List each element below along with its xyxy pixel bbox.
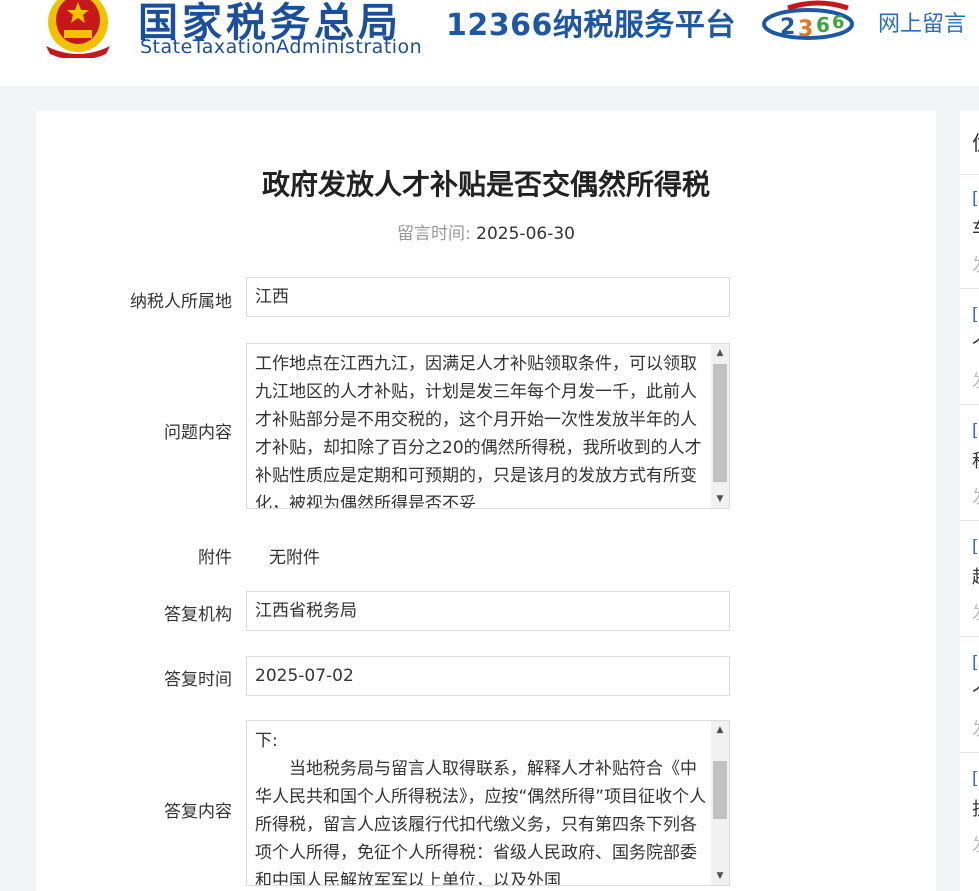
reply-content-paragraph: 当地税务局与留言人取得联系，解释人才补贴符合《中华人民共和国个人所得税法》，应按… — [255, 759, 707, 886]
svg-text:2: 2 — [780, 15, 795, 40]
divider — [960, 636, 979, 637]
sidebar-item-date: 发 — [972, 831, 979, 857]
reply-org-field: 江西省税务局 — [246, 591, 730, 631]
national-emblem-icon — [46, 0, 110, 58]
scroll-up-arrow-icon[interactable]: ▲ — [711, 344, 729, 362]
question-content-text: 工作地点在江西九江，因满足人才补贴领取条件，可以领取九江地区的人才补贴，计划是发… — [255, 354, 702, 509]
taxpayer-location-label: 纳税人所属地 — [130, 292, 232, 312]
svg-text:6: 6 — [832, 12, 845, 33]
sidebar-item-date: 发 — [972, 715, 979, 741]
sidebar-item-tag[interactable]: [ — [972, 305, 979, 325]
related-messages-sidebar: 优 [ 车 发 [ 个 发 [ 税 发 [ 超 发 [ 个 发 [ 护 发 — [960, 111, 979, 891]
sidebar-item-title[interactable]: 个 — [972, 679, 979, 705]
sidebar-item-tag[interactable]: [ — [972, 537, 979, 557]
reply-content-label: 答复内容 — [164, 802, 232, 822]
reply-content-textarea[interactable]: 下: 当地税务局与留言人取得联系，解释人才补贴符合《中华人民共和国个人所得税法》… — [246, 720, 730, 886]
divider — [960, 752, 979, 753]
post-time-value: 2025-06-30 — [476, 224, 575, 244]
sidebar-heading: 优 — [972, 127, 979, 156]
sidebar-item-tag[interactable]: [ — [972, 421, 979, 441]
message-detail-card: 政府发放人才补贴是否交偶然所得税 留言时间: 2025-06-30 纳税人所属地… — [36, 111, 936, 891]
sidebar-item-date: 发 — [972, 483, 979, 509]
page-title: 政府发放人才补贴是否交偶然所得税 — [261, 168, 710, 201]
sidebar-item-tag[interactable]: [ — [972, 189, 979, 209]
scroll-up-arrow-icon[interactable]: ▲ — [711, 721, 729, 739]
sidebar-item-date: 发 — [972, 367, 979, 393]
sidebar-item-title[interactable]: 个 — [972, 331, 979, 357]
sidebar-item-date: 发 — [972, 251, 979, 277]
taxpayer-location-field: 江西 — [246, 277, 730, 317]
reply-content-scrollbar[interactable]: ▲ ▼ — [711, 721, 729, 885]
scrollbar-thumb[interactable] — [713, 761, 727, 819]
12366-logo-icon: 2 3 6 6 — [762, 0, 854, 42]
reply-time-label: 答复时间 — [164, 670, 232, 690]
sidebar-item-title[interactable]: 护 — [972, 795, 979, 821]
divider — [960, 174, 979, 175]
question-content-label: 问题内容 — [164, 423, 232, 443]
reply-org-label: 答复机构 — [164, 605, 232, 625]
scroll-down-arrow-icon[interactable]: ▼ — [711, 867, 729, 885]
reply-time-field: 2025-07-02 — [246, 656, 730, 696]
sidebar-item-date: 发 — [972, 599, 979, 625]
scrollbar-thumb[interactable] — [713, 364, 727, 482]
attachment-value: 无附件 — [269, 548, 320, 568]
divider — [960, 404, 979, 405]
sidebar-item-title[interactable]: 车 — [972, 215, 979, 241]
svg-text:3: 3 — [798, 17, 813, 42]
platform-name[interactable]: 12366纳税服务平台 — [446, 0, 736, 44]
divider — [960, 288, 979, 289]
question-content-scrollbar[interactable]: ▲ ▼ — [711, 344, 729, 508]
post-time: 留言时间: 2025-06-30 — [36, 219, 936, 244]
sidebar-item-title[interactable]: 超 — [972, 563, 979, 589]
svg-text:6: 6 — [816, 13, 830, 37]
question-content-textarea[interactable]: 工作地点在江西九江，因满足人才补贴领取条件，可以领取九江地区的人才补贴，计划是发… — [246, 343, 730, 509]
divider — [960, 520, 979, 521]
site-header: 国家税务总局 StateTaxationAdministration 12366… — [0, 0, 979, 86]
scroll-down-arrow-icon[interactable]: ▼ — [711, 490, 729, 508]
site-name-en: StateTaxationAdministration — [140, 36, 423, 58]
nav-online-message-link[interactable]: 网上留言 — [878, 6, 966, 38]
reply-content-line: 下: — [255, 731, 278, 751]
sidebar-item-tag[interactable]: [ — [972, 769, 979, 789]
post-time-label: 留言时间: — [397, 224, 471, 244]
attachment-label: 附件 — [198, 548, 232, 568]
sidebar-item-tag[interactable]: [ — [972, 653, 979, 673]
sidebar-item-title[interactable]: 税 — [972, 447, 979, 473]
